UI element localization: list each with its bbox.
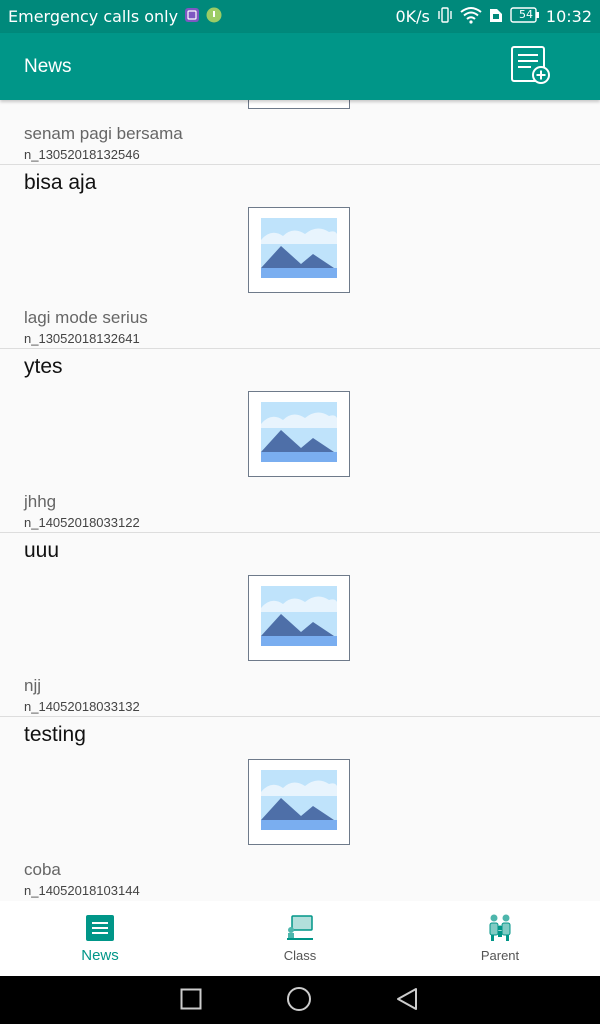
wifi-icon bbox=[460, 6, 482, 28]
add-news-icon bbox=[509, 45, 551, 89]
image-placeholder-icon bbox=[261, 770, 337, 834]
parent-icon bbox=[484, 912, 516, 944]
news-thumbnail bbox=[248, 100, 350, 109]
news-thumbnail bbox=[248, 759, 350, 845]
vibrate-icon bbox=[436, 6, 454, 28]
news-id: n_14052018103144 bbox=[24, 883, 140, 898]
class-icon bbox=[284, 912, 316, 944]
news-thumbnail bbox=[248, 391, 350, 477]
news-item[interactable]: ytes jhhg n_14052018033122 bbox=[0, 349, 600, 533]
recents-icon bbox=[179, 987, 203, 1015]
news-description: senam pagi bersama bbox=[24, 124, 183, 143]
news-title: ytes bbox=[24, 355, 63, 378]
news-id: n_13052018132546 bbox=[24, 147, 140, 162]
news-item-partial[interactable]: senam pagi bersama n_13052018132546 bbox=[0, 100, 600, 165]
news-id: n_14052018033122 bbox=[24, 515, 140, 530]
news-item[interactable]: testing coba n_14052018103144 bbox=[0, 717, 600, 901]
battery-level: 54 bbox=[519, 8, 533, 21]
news-title: uuu bbox=[24, 539, 60, 562]
news-icon bbox=[84, 912, 116, 944]
image-placeholder-icon bbox=[261, 402, 337, 466]
screenshot-notification-icon bbox=[184, 7, 200, 27]
recents-button[interactable] bbox=[178, 988, 204, 1014]
news-thumbnail bbox=[248, 575, 350, 661]
news-item[interactable]: bisa aja lagi mode serius n_130520181326… bbox=[0, 165, 600, 349]
news-id: n_14052018033132 bbox=[24, 699, 140, 714]
news-description: njj bbox=[24, 676, 42, 695]
android-notification-icon bbox=[206, 7, 222, 27]
news-description: coba bbox=[24, 860, 61, 879]
image-placeholder-icon bbox=[261, 218, 337, 282]
nav-label-news: News bbox=[81, 947, 119, 964]
back-button[interactable] bbox=[394, 988, 420, 1014]
carrier-text: Emergency calls only bbox=[8, 7, 179, 26]
home-button[interactable] bbox=[286, 986, 312, 1016]
nav-item-parent[interactable]: Parent bbox=[400, 901, 600, 976]
home-icon bbox=[286, 986, 312, 1016]
app-bar: News bbox=[0, 33, 600, 100]
sim-icon bbox=[488, 6, 504, 28]
back-icon bbox=[395, 987, 419, 1015]
news-id: n_13052018132641 bbox=[24, 331, 140, 346]
add-news-button[interactable] bbox=[506, 45, 554, 89]
status-bar: Emergency calls only 0K/s 54 10:32 bbox=[0, 0, 600, 33]
news-description: jhhg bbox=[24, 492, 57, 511]
bottom-navigation: News Class Parent bbox=[0, 901, 600, 976]
net-speed: 0K/s bbox=[395, 7, 430, 26]
nav-label-parent: Parent bbox=[480, 948, 520, 963]
system-navigation-bar bbox=[0, 976, 600, 1024]
nav-item-class[interactable]: Class bbox=[200, 901, 400, 976]
page-title: News bbox=[24, 55, 72, 77]
news-list[interactable]: senam pagi bersama n_13052018132546 bisa… bbox=[0, 100, 600, 901]
news-title: testing bbox=[24, 723, 86, 746]
clock: 10:32 bbox=[545, 7, 592, 26]
nav-item-news[interactable]: News bbox=[0, 901, 200, 976]
image-placeholder-icon bbox=[261, 586, 337, 650]
news-thumbnail bbox=[248, 207, 350, 293]
nav-label-class: Class bbox=[283, 948, 317, 963]
news-title: bisa aja bbox=[24, 171, 97, 194]
news-description: lagi mode serius bbox=[24, 308, 148, 327]
news-item[interactable]: uuu njj n_14052018033132 bbox=[0, 533, 600, 717]
app-screen: Emergency calls only 0K/s 54 10:32 News … bbox=[0, 0, 600, 1024]
